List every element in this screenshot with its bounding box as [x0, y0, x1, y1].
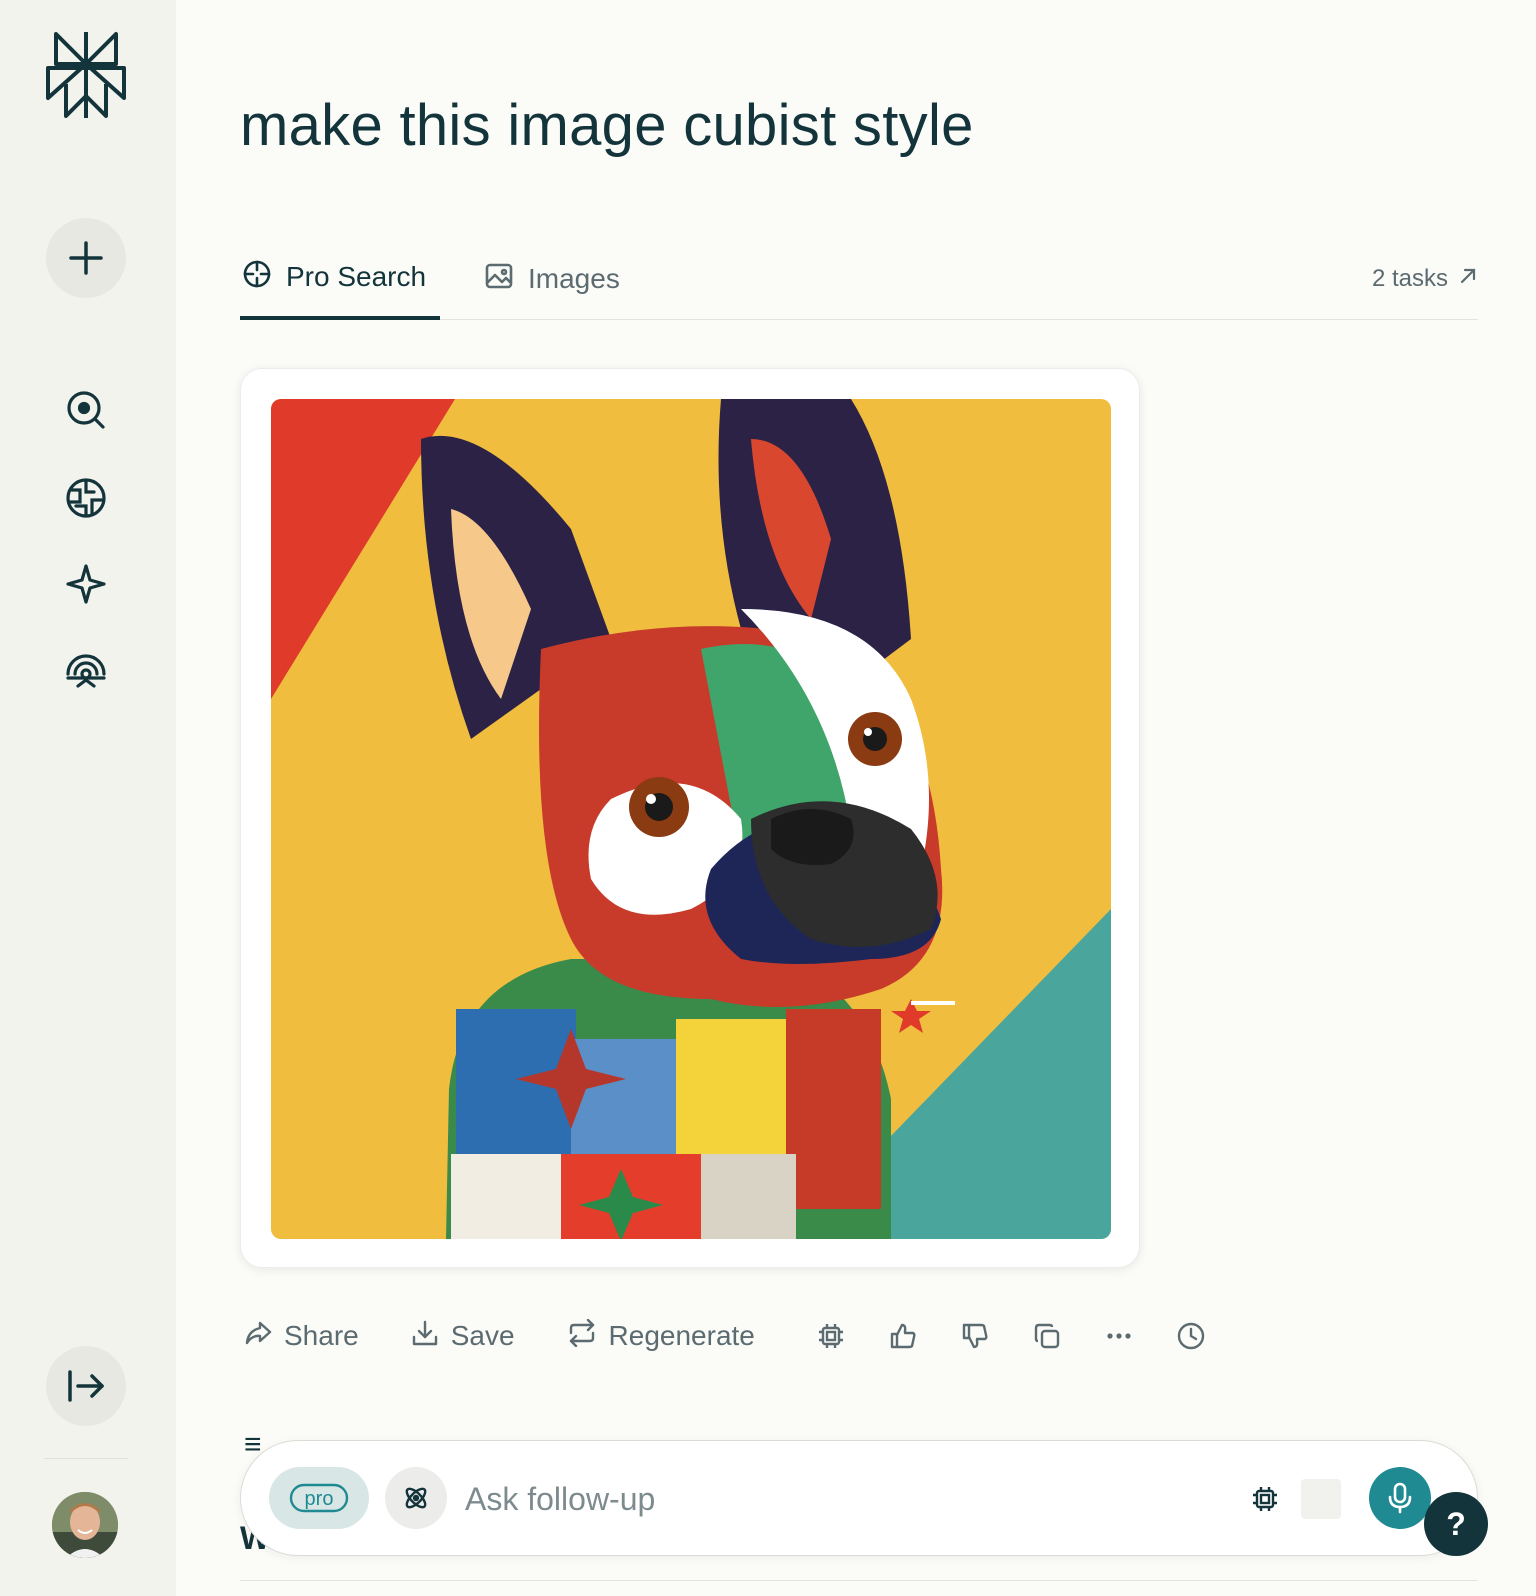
tab-images-label: Images [528, 263, 620, 294]
microphone-icon[interactable] [1369, 1467, 1431, 1529]
tasks-label: 2 tasks [1371, 265, 1448, 292]
clock-icon[interactable] [1167, 1312, 1215, 1360]
expand-sidebar-button[interactable] [46, 1346, 126, 1426]
thumbs-down-icon[interactable] [951, 1312, 999, 1360]
model-chip-icon[interactable] [1241, 1475, 1289, 1523]
generated-image[interactable] [271, 399, 1111, 1239]
save-button[interactable]: Save [411, 1319, 515, 1354]
thumbs-up-icon[interactable] [879, 1312, 927, 1360]
copy-icon[interactable] [1023, 1312, 1071, 1360]
follow-up-bar: pro [240, 1440, 1478, 1556]
download-icon [411, 1319, 439, 1354]
regenerate-button[interactable]: Regenerate [567, 1318, 755, 1354]
save-label: Save [450, 1320, 515, 1351]
pro-icon: pro [289, 1483, 349, 1513]
answer-actions: Share Save Regenerate [244, 1310, 1239, 1362]
share-label: Share [284, 1320, 359, 1351]
svg-text:pro: pro [305, 1488, 334, 1510]
more-icon[interactable] [1095, 1312, 1143, 1360]
sparkle-icon[interactable] [62, 560, 110, 608]
sidebar-divider [44, 1458, 128, 1459]
attach-placeholder[interactable] [1301, 1479, 1341, 1519]
tab-pro-search-label: Pro Search [286, 261, 427, 292]
chip-icon[interactable] [807, 1312, 855, 1360]
sidebar [0, 0, 176, 1596]
image-card [240, 368, 1140, 1268]
pro-toggle[interactable]: pro [269, 1467, 369, 1529]
regenerate-label: Regenerate [608, 1320, 755, 1351]
tab-images[interactable]: Images [484, 240, 620, 320]
pro-search-icon [242, 259, 272, 296]
ask-follow-up-input[interactable] [465, 1471, 1225, 1527]
help-button[interactable]: ? [1424, 1492, 1488, 1556]
repeat-icon [567, 1318, 597, 1354]
perplexity-logo[interactable] [44, 28, 128, 122]
spaces-icon[interactable] [62, 646, 110, 694]
search-icon[interactable] [62, 386, 110, 434]
image-icon [484, 261, 514, 298]
share-button[interactable]: Share [244, 1319, 359, 1354]
tab-pro-search[interactable]: Pro Search [240, 240, 440, 320]
focus-atom-icon[interactable] [385, 1467, 447, 1529]
arrow-up-right-icon [1458, 265, 1478, 293]
new-thread-button[interactable] [46, 218, 126, 298]
result-tabs: Pro Search Images 2 tasks [240, 240, 1478, 320]
share-icon [244, 1319, 272, 1354]
page-title: make this image cubist style [240, 93, 974, 158]
globe-icon[interactable] [62, 474, 110, 522]
tasks-link[interactable]: 2 tasks [1372, 240, 1478, 320]
content-divider [240, 1580, 1478, 1581]
user-avatar[interactable] [52, 1492, 118, 1558]
